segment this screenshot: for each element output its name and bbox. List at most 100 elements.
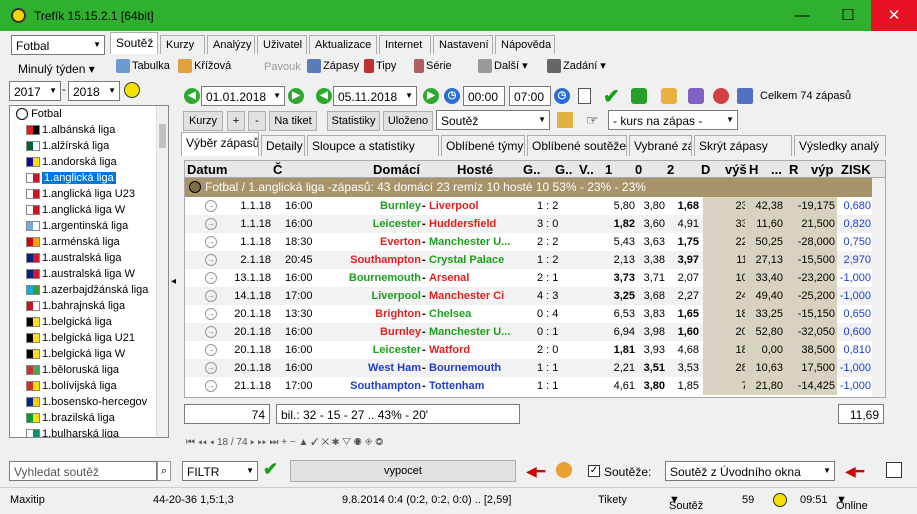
status-mode[interactable]: Maxitip bbox=[10, 494, 45, 506]
row-arrow-icon[interactable]: → bbox=[205, 344, 217, 356]
competition-select[interactable]: Soutěž ▼ bbox=[436, 110, 550, 130]
sidebar-item-league[interactable]: 1.australská liga W bbox=[10, 266, 168, 282]
competitions-checkbox[interactable]: ✓ bbox=[588, 465, 600, 477]
tips-button[interactable]: Tipy bbox=[364, 59, 396, 73]
clock2-icon[interactable]: ◷ bbox=[554, 88, 570, 104]
table-row[interactable]: → 13.1.18 16:00 Bournemouth - Arsenal 2 : 1 3,7… bbox=[185, 269, 885, 287]
tree-scrollbar[interactable] bbox=[156, 106, 168, 437]
table-row[interactable]: → 2.1.18 20:45 Southampton - Crystal Palace 1 … bbox=[185, 251, 885, 269]
sidebar-item-league[interactable]: 1.bosensko-hercegov bbox=[10, 394, 168, 410]
row-arrow-icon[interactable]: → bbox=[205, 362, 217, 374]
column-header[interactable]: Domácí bbox=[373, 161, 420, 178]
subtab-1[interactable]: Detaily bbox=[261, 135, 305, 156]
matches-button[interactable]: Zápasy bbox=[307, 59, 359, 73]
arrow-left-icon[interactable]: ◀━ bbox=[526, 463, 545, 480]
sidebar-item-league[interactable]: 1.bolívijská liga bbox=[10, 378, 168, 394]
date-to-field[interactable]: 05.11.2018 ▼ bbox=[333, 86, 417, 106]
row-arrow-icon[interactable]: → bbox=[205, 272, 217, 284]
more-menu[interactable]: Další ▾ bbox=[478, 59, 528, 74]
ball-icon[interactable] bbox=[124, 82, 140, 98]
next-date-to-icon[interactable]: ▶ bbox=[423, 88, 439, 104]
subtab-6[interactable]: Skrýt zápasy bbox=[694, 135, 792, 156]
pointer-icon[interactable]: ☞ bbox=[586, 112, 599, 129]
refresh-icon[interactable] bbox=[631, 88, 647, 104]
online-menu[interactable]: Online ▼ bbox=[836, 494, 868, 512]
tab-4[interactable]: Aktualizace bbox=[309, 35, 377, 54]
column-header[interactable]: V.. bbox=[579, 161, 594, 178]
table-row[interactable]: → 20.1.18 16:00 Leicester - Watford 2 : 0 1,81 3… bbox=[185, 341, 885, 359]
tab-2[interactable]: Analýzy bbox=[207, 35, 255, 54]
column-header[interactable]: H bbox=[749, 161, 758, 178]
filter-select[interactable]: FILTR ▼ bbox=[182, 461, 258, 481]
table-row[interactable]: → 20.1.18 16:00 Burnley - Manchester U... 0 : … bbox=[185, 323, 885, 341]
league-tree[interactable]: Fotbal 1.albánská liga 1.alžírská liga 1.a… bbox=[9, 105, 169, 438]
group-row[interactable]: Fotbal / 1.anglická liga -zápasů: 43 dom… bbox=[185, 178, 885, 197]
odds-filter-select[interactable]: - kurs na zápas - ▼ bbox=[608, 110, 738, 130]
magnifier-icon[interactable] bbox=[713, 88, 729, 104]
statistics-button[interactable]: Statistiky bbox=[327, 111, 380, 131]
pdf-icon[interactable] bbox=[578, 88, 591, 104]
subtab-0[interactable]: Výběr zápasů bbox=[181, 132, 259, 156]
grid-icon[interactable] bbox=[886, 462, 902, 478]
tab-7[interactable]: Nápověda bbox=[495, 35, 555, 54]
sidebar-item-league[interactable]: 1.arménská liga bbox=[10, 234, 168, 250]
column-header[interactable]: ... bbox=[771, 161, 782, 178]
table-row[interactable]: → 14.1.18 17:00 Liverpool - Manchester Ci 4 : … bbox=[185, 287, 885, 305]
table-row[interactable]: → 20.1.18 16:00 West Ham - Bournemouth 1 : 1 2,… bbox=[185, 359, 885, 377]
minimize-button[interactable]: — bbox=[779, 0, 825, 31]
cross-table-button[interactable]: Křížová bbox=[178, 59, 231, 73]
close-button[interactable]: ✕ bbox=[871, 0, 917, 31]
prev-date-to-icon[interactable]: ◀ bbox=[316, 88, 332, 104]
row-arrow-icon[interactable]: → bbox=[205, 380, 217, 392]
competition-source-select[interactable]: Soutěž z Úvodního okna ▼ bbox=[665, 461, 835, 481]
grid-scrollbar[interactable] bbox=[872, 178, 885, 397]
row-arrow-icon[interactable]: → bbox=[205, 254, 217, 266]
year-to-select[interactable]: 2018 ▼ bbox=[68, 81, 120, 101]
grid-navigator[interactable]: ⏮ ◂◂ ◂ 18 / 74 ▸ ▸▸ ⏭ + − ▲ ✓ ✕ ✱ ▽ ◉ ◈ … bbox=[186, 437, 383, 448]
table-row[interactable]: → 1.1.18 16:00 Burnley - Liverpool 1 : 2 5,80 3,… bbox=[185, 197, 885, 215]
column-header[interactable]: výp bbox=[811, 161, 833, 178]
table-row[interactable]: → 21.1.18 17:00 Southampton - Tottenham 1 : 14… bbox=[185, 377, 885, 395]
tab-0[interactable]: Soutěž bbox=[110, 32, 158, 54]
bracket-button[interactable]: Pavouk bbox=[264, 61, 301, 73]
row-arrow-icon[interactable]: → bbox=[205, 200, 217, 212]
row-arrow-icon[interactable]: → bbox=[205, 236, 217, 248]
subtab-5[interactable]: Vybrané zápasy bbox=[629, 135, 692, 156]
subtab-2[interactable]: Sloupce a statistiky bbox=[307, 135, 439, 156]
tab-3[interactable]: Uživatel bbox=[257, 35, 307, 54]
saved-button[interactable]: Uloženo bbox=[383, 111, 433, 131]
collapse-icon[interactable]: ◂ bbox=[171, 276, 176, 287]
sidebar-item-league[interactable]: 1.bulharská liga bbox=[10, 426, 168, 437]
sidebar-item-league[interactable]: 1.albánská liga bbox=[10, 122, 168, 138]
sidebar-item-league[interactable]: 1.belgická liga bbox=[10, 314, 168, 330]
arrow-left2-icon[interactable]: ◀━ bbox=[845, 463, 864, 480]
sidebar-item-league[interactable]: 1.brazilská liga bbox=[10, 410, 168, 426]
status-competition[interactable]: Soutěž ▼ bbox=[669, 494, 703, 512]
column-header[interactable]: 0 bbox=[635, 161, 642, 178]
lock-icon[interactable] bbox=[557, 112, 573, 128]
table-row[interactable]: → 20.1.18 13:30 Brighton - Chelsea 0 : 4 6,53 3,… bbox=[185, 305, 885, 323]
column-header[interactable]: ZISK bbox=[841, 161, 871, 178]
column-header[interactable]: 2 bbox=[667, 161, 674, 178]
sidebar-item-league[interactable]: 1.belgická liga U21 bbox=[10, 330, 168, 346]
maximize-button[interactable]: ☐ bbox=[825, 0, 871, 31]
date-from-field[interactable]: 01.01.2018 ▼ bbox=[201, 86, 285, 106]
calculate-button[interactable]: vypocet bbox=[290, 460, 516, 482]
year-from-select[interactable]: 2017 ▼ bbox=[9, 81, 61, 101]
minus-button[interactable]: - bbox=[248, 111, 266, 131]
sidebar-item-league[interactable]: 1.andorská liga bbox=[10, 154, 168, 170]
row-arrow-icon[interactable]: → bbox=[205, 218, 217, 230]
row-arrow-icon[interactable]: → bbox=[205, 290, 217, 302]
row-arrow-icon[interactable]: → bbox=[205, 326, 217, 338]
row-arrow-icon[interactable]: → bbox=[205, 308, 217, 320]
column-header[interactable]: G.. bbox=[523, 161, 540, 178]
table-row[interactable]: → 1.1.18 18:30 Everton - Manchester U... 2 : 2… bbox=[185, 233, 885, 251]
sport-select[interactable]: Fotbal ▼ bbox=[11, 35, 105, 55]
user-icon[interactable] bbox=[661, 88, 677, 104]
tab-6[interactable]: Nastavení bbox=[433, 35, 493, 54]
table-button[interactable]: Tabulka bbox=[116, 59, 170, 73]
tab-1[interactable]: Kurzy bbox=[160, 35, 205, 54]
expand-icon[interactable] bbox=[189, 181, 201, 193]
column-header[interactable]: R bbox=[789, 161, 798, 178]
plus-button[interactable]: + bbox=[227, 111, 245, 131]
